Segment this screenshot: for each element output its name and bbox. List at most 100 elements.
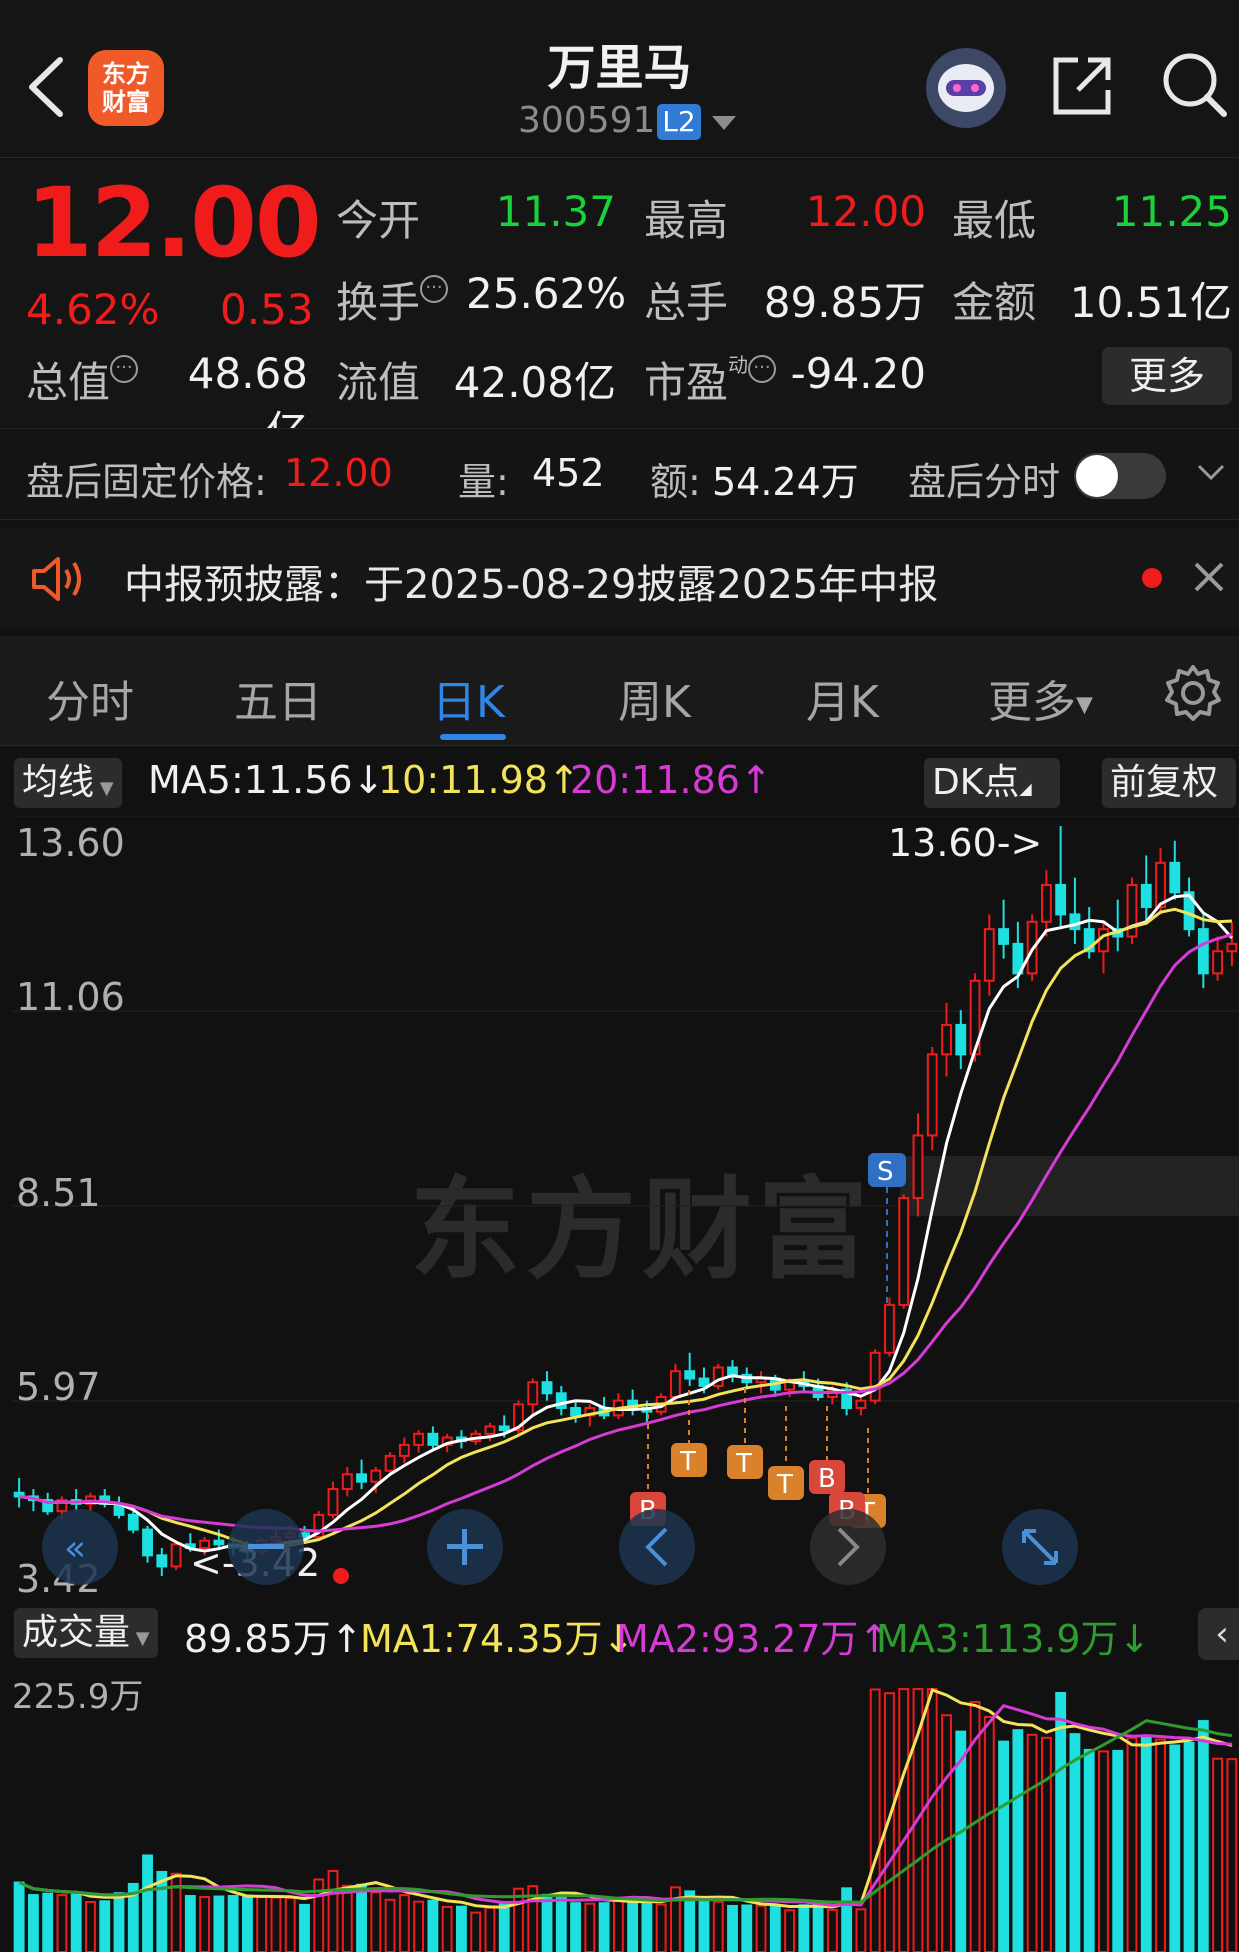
- volume-bar: [698, 1899, 710, 1952]
- volume-bar: [299, 1903, 310, 1952]
- candle-body: [869, 1351, 881, 1402]
- zoom-out-button[interactable]: [228, 1509, 304, 1585]
- volume-bar: [998, 1740, 1010, 1952]
- settings-gear-icon[interactable]: [1164, 664, 1222, 722]
- tab-daily-k[interactable]: 日K: [432, 666, 505, 730]
- kline-chart[interactable]: 13.60 11.06 8.51 5.97 3.42 13.60-> <-3.4…: [12, 816, 1239, 1596]
- volume-bar: [570, 1902, 581, 1952]
- volume-ma1: MA1:74.35万↓: [360, 1617, 635, 1661]
- volume-bar: [941, 1714, 952, 1952]
- volume-bar: [1098, 1750, 1109, 1952]
- pe-label-text: 市盈: [644, 358, 729, 407]
- volume-bar: [769, 1904, 781, 1952]
- candle-body: [983, 928, 995, 982]
- dk-point-button[interactable]: DK点◢: [924, 758, 1060, 808]
- ma5-line: [18, 893, 1234, 1553]
- tab-weekly-k[interactable]: 周K: [618, 666, 691, 730]
- pe-dynamic-mark: 动: [728, 353, 749, 377]
- volume-bar: [627, 1897, 639, 1952]
- y-label-2: 11.06: [16, 975, 125, 1019]
- tab-intraday[interactable]: 分时: [46, 666, 134, 730]
- highlight-band: [900, 1156, 1239, 1216]
- volume-bar: [926, 1688, 938, 1952]
- candle-body: [955, 1023, 967, 1056]
- volume-bar: [1226, 1758, 1238, 1952]
- candle-body: [727, 1366, 738, 1376]
- adjust-button[interactable]: 前复权: [1102, 758, 1236, 808]
- volume-bar: [341, 1884, 353, 1952]
- volume-bar: [498, 1901, 510, 1952]
- candle-body: [684, 1370, 696, 1380]
- collapse-panel-button[interactable]: ‹: [1198, 1608, 1239, 1660]
- info-icon[interactable]: ···: [748, 355, 777, 383]
- float-value: 42.08亿: [453, 358, 616, 407]
- candle-body: [698, 1377, 710, 1387]
- robot-assistant-icon[interactable]: [926, 48, 1006, 128]
- code-dropdown-icon[interactable]: [712, 116, 736, 130]
- volume-indicator-bar: 成交量 ▼ 89.85万↑ MA1:74.35万↓ MA2:93.27万↑ MA…: [0, 1602, 1239, 1662]
- sell-signal-text: S: [877, 1157, 894, 1187]
- tab-five-day[interactable]: 五日: [234, 666, 322, 730]
- volume-selector[interactable]: 成交量 ▼: [14, 1608, 158, 1658]
- candle-body: [327, 1488, 339, 1516]
- speaker-icon: [32, 557, 81, 601]
- volume-bar: [1155, 1738, 1166, 1952]
- volume-value: 89.85万: [763, 278, 926, 327]
- share-icon[interactable]: [1048, 50, 1118, 120]
- volume-bar: [1012, 1729, 1024, 1952]
- search-icon[interactable]: [1160, 50, 1230, 120]
- volume-bar: [56, 1894, 68, 1952]
- nav-next-button[interactable]: [810, 1509, 886, 1585]
- turnover-value: 25.62%: [466, 269, 627, 318]
- nav-prev-button[interactable]: [619, 1509, 695, 1585]
- volume-bar: [812, 1903, 824, 1952]
- notice-banner[interactable]: 中报预披露：于2025-08-29披露2025年中报: [0, 528, 1239, 628]
- candle-body: [484, 1425, 496, 1435]
- volume-bar: [741, 1904, 753, 1952]
- volume-bar: [413, 1900, 425, 1952]
- chevron-down-icon[interactable]: [1196, 457, 1226, 487]
- volume-bar: [384, 1898, 396, 1952]
- volume-bar: [712, 1900, 724, 1952]
- more-button[interactable]: 更多: [1102, 347, 1232, 405]
- double-left-icon: «: [64, 1528, 86, 1569]
- min-marker-dot: [333, 1568, 349, 1584]
- tab-more[interactable]: 更多▼: [988, 666, 1093, 730]
- volume-chart[interactable]: 225.9万: [12, 1668, 1239, 1952]
- change-percent: 4.62%: [26, 285, 160, 334]
- volume-bar: [1069, 1733, 1081, 1952]
- candle-body: [527, 1381, 539, 1406]
- volume-bar: [427, 1899, 439, 1952]
- level2-badge[interactable]: L2: [657, 104, 701, 140]
- volume-bar: [1183, 1741, 1195, 1952]
- nav-first-button[interactable]: «: [42, 1509, 118, 1585]
- fullscreen-button[interactable]: [1002, 1509, 1078, 1585]
- dk-point-label: DK点: [932, 762, 1020, 803]
- zoom-in-button[interactable]: [427, 1509, 503, 1585]
- volume-bar: [1212, 1757, 1224, 1952]
- volume-bar: [612, 1898, 624, 1952]
- volume-bar: [869, 1688, 881, 1952]
- tab-monthly-k[interactable]: 月K: [806, 666, 879, 730]
- volume-bar: [655, 1903, 667, 1952]
- ma5-value: MA5:11.56↓: [148, 758, 385, 802]
- after-volume-label: 量:: [458, 460, 509, 504]
- volume-bar: [470, 1911, 482, 1952]
- after-timeshare-toggle[interactable]: [1074, 453, 1166, 499]
- ma-selector[interactable]: 均线 ▼: [14, 758, 122, 808]
- open-label: 今开: [336, 196, 421, 245]
- volume-bar: [227, 1895, 239, 1952]
- volume-y-top: 225.9万: [12, 1677, 143, 1717]
- volume-bar: [270, 1896, 282, 1952]
- info-icon[interactable]: ···: [420, 275, 449, 303]
- close-icon[interactable]: [1192, 560, 1226, 594]
- volume-bar: [1040, 1736, 1052, 1952]
- candle-body: [884, 1303, 895, 1354]
- volume-bar: [826, 1908, 838, 1952]
- ma10-value: 10:11.98↑: [378, 758, 580, 802]
- info-icon[interactable]: ···: [110, 355, 139, 383]
- tab-more-label: 更多: [988, 677, 1076, 728]
- ma20-line: [18, 933, 1233, 1533]
- low-label: 最低: [952, 196, 1037, 245]
- quote-panel: 12.00 4.62% 0.53 今开 11.37 最高 12.00 最低 11…: [0, 159, 1239, 456]
